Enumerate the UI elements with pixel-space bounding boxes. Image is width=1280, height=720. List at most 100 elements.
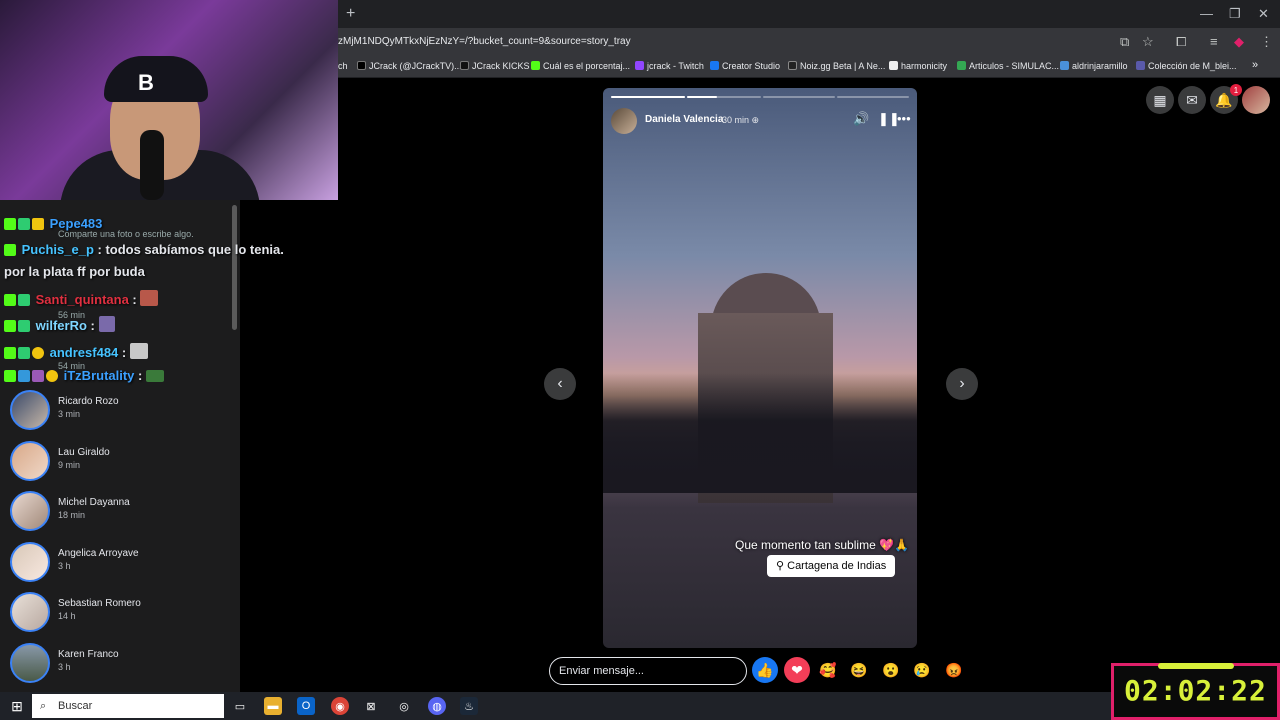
haha-reaction-icon[interactable]: 😆 [846, 657, 872, 683]
story-viewer[interactable]: Daniela Valencia 30 min ⊕ 🔊 ❚❚ ••• Que m… [603, 88, 917, 648]
story-list-item[interactable]: Karen Franco 3 h [10, 643, 230, 687]
story-author-name: Michel Dayanna [58, 497, 130, 508]
story-time: 14 h [58, 611, 76, 621]
discord-icon[interactable]: ◍ [428, 697, 446, 715]
chrome-icon[interactable]: ◉ [331, 697, 349, 715]
story-list-item[interactable]: Angelica Arroyave 3 h [10, 542, 230, 586]
story-list-item[interactable]: Michel Dayanna 18 min [10, 491, 230, 535]
bookmark-item[interactable]: Colección de M_blei... [1136, 61, 1237, 71]
bookmark-item[interactable]: Noiz.gg Beta | A Ne... [788, 61, 885, 71]
media-icon[interactable]: ≡ [1210, 34, 1218, 49]
like-reaction-icon[interactable]: 👍 [752, 657, 778, 683]
file-explorer-icon[interactable]: ▬ [264, 697, 282, 715]
task-view-icon[interactable]: ▭ [231, 697, 249, 715]
bookmark-item[interactable]: jcrack - Twitch [635, 61, 704, 71]
sidebar-scrollbar[interactable] [232, 205, 237, 330]
restore-icon[interactable]: ❐ [1229, 6, 1241, 22]
story-caption: Que momento tan sublime 💖🙏 [735, 538, 909, 552]
cast-icon[interactable]: ⧉ [1120, 34, 1129, 50]
profile-avatar[interactable] [1242, 86, 1270, 114]
windows-start-icon[interactable]: ⊞ [8, 697, 26, 715]
profile-extension-icon[interactable]: ◆ [1234, 34, 1244, 50]
story-list-item[interactable]: Ricardo Rozo 3 min [10, 390, 230, 434]
microphone [140, 130, 164, 200]
extensions-icon[interactable]: ⧠ [1176, 34, 1186, 50]
story-time: 9 min [58, 460, 81, 470]
bookmark-item[interactable]: Articulos - SIMULAC... [957, 61, 1059, 71]
chat-text: : [134, 368, 143, 383]
twitch-icon [635, 61, 644, 70]
story-author-name[interactable]: Daniela Valencia [645, 114, 723, 125]
volume-icon[interactable]: 🔊 [853, 111, 869, 127]
story-author-avatar[interactable] [611, 108, 637, 134]
care-reaction-icon[interactable]: 🥰 [815, 657, 841, 683]
streamer-cap [104, 56, 208, 102]
steam-icon[interactable]: ♨ [460, 697, 478, 715]
love-reaction-icon[interactable]: ❤ [784, 657, 810, 683]
story-progress-segment [837, 96, 909, 98]
story-time: 3 h [58, 662, 71, 672]
bookmark-item[interactable]: JCrack (@JCrackTV)... [357, 61, 462, 71]
avatar [10, 491, 50, 531]
kick-badge-icon [4, 294, 16, 306]
new-tab-button[interactable]: + [346, 5, 355, 23]
chat-username: Pepe483 [49, 216, 103, 231]
screen: + — ❐ ✕ zMjM1NDQyMTkxNjEzNzY=/?bucket_co… [0, 0, 1280, 720]
chat-message: wilferRo : [4, 316, 117, 333]
chat-text: por la plata ff por buda [4, 264, 145, 279]
angry-reaction-icon[interactable]: 😡 [941, 657, 967, 683]
bookmark-item[interactable]: Cuál es el porcentaj... [531, 61, 630, 71]
menu-grid-icon[interactable]: ▦ [1146, 86, 1174, 114]
chat-message: Pepe483 [4, 216, 102, 231]
avatar [10, 643, 50, 683]
story-list-item[interactable]: Sebastian Romero 14 h [10, 592, 230, 636]
gem-badge-icon [18, 218, 30, 230]
chat-text: : [86, 318, 95, 333]
tiktok-icon [460, 61, 469, 70]
previous-story-button[interactable]: ‹ [544, 368, 576, 400]
wow-reaction-icon[interactable]: 😮 [878, 657, 904, 683]
story-list-item[interactable]: Lau Giraldo 9 min [10, 441, 230, 485]
bookmark-item[interactable]: aldrinjaramillo [1060, 61, 1128, 71]
story-time: 3 min [58, 409, 81, 419]
kick-badge-icon [4, 244, 16, 256]
bookmark-item[interactable]: JCrack KICKS [460, 61, 530, 71]
close-icon[interactable]: ✕ [1258, 6, 1269, 22]
chat-username: Puchis_e_p [21, 242, 94, 257]
chat-text: : [118, 345, 127, 360]
browser-menu-icon[interactable]: ⋮ [1260, 34, 1273, 50]
chat-message: Puchis_e_p : todos sabíamos que lo tenia… [4, 242, 284, 257]
story-progress-segment [763, 96, 835, 98]
emote-icon [98, 316, 115, 332]
obs-icon[interactable]: ◎ [395, 697, 413, 715]
chat-message: andresf484 : [4, 343, 150, 360]
bookmark-item[interactable]: harmonicity [889, 61, 947, 71]
bookmarks-more[interactable]: » [1252, 59, 1258, 71]
harmonicity-icon [889, 61, 898, 70]
bookmark-item[interactable]: Creator Studio [710, 61, 780, 71]
facebook-icon [710, 61, 719, 70]
chat-message: Santi_quintana : [4, 290, 160, 307]
location-sticker[interactable]: ⚲ Cartagena de Indias [767, 555, 896, 577]
sad-reaction-icon[interactable]: 😢 [909, 657, 935, 683]
reply-message-input[interactable] [549, 657, 747, 685]
messenger-icon[interactable]: ✉ [1178, 86, 1206, 114]
bookmark-star-icon[interactable]: ☆ [1142, 34, 1154, 50]
bookmark-item[interactable]: ch [338, 61, 348, 71]
outlook-icon[interactable]: O [297, 697, 315, 715]
avatar [10, 390, 50, 430]
minimize-icon[interactable]: — [1200, 6, 1213, 21]
url-text[interactable]: zMjM1NDQyMTkxNjEzNzY=/?bucket_count=9&so… [338, 36, 631, 47]
sub-badge-icon [46, 370, 58, 382]
taskbar-search[interactable]: ⌕ Buscar [32, 694, 224, 718]
app-icon[interactable]: ⊠ [362, 697, 380, 715]
windows-taskbar: ⊞ ⌕ Buscar ▭ ▬ O ◉ ⊠ ◎ ◍ ♨ [0, 692, 1280, 720]
cap-logo: B [138, 70, 154, 95]
drive-icon [957, 61, 966, 70]
story-author-name: Sebastian Romero [58, 598, 141, 609]
more-options-icon[interactable]: ••• [897, 111, 911, 126]
chat-username: wilferRo [35, 318, 87, 333]
next-story-button[interactable]: › [946, 368, 978, 400]
kick-badge-icon [4, 218, 16, 230]
kick-badge-icon [4, 370, 16, 382]
